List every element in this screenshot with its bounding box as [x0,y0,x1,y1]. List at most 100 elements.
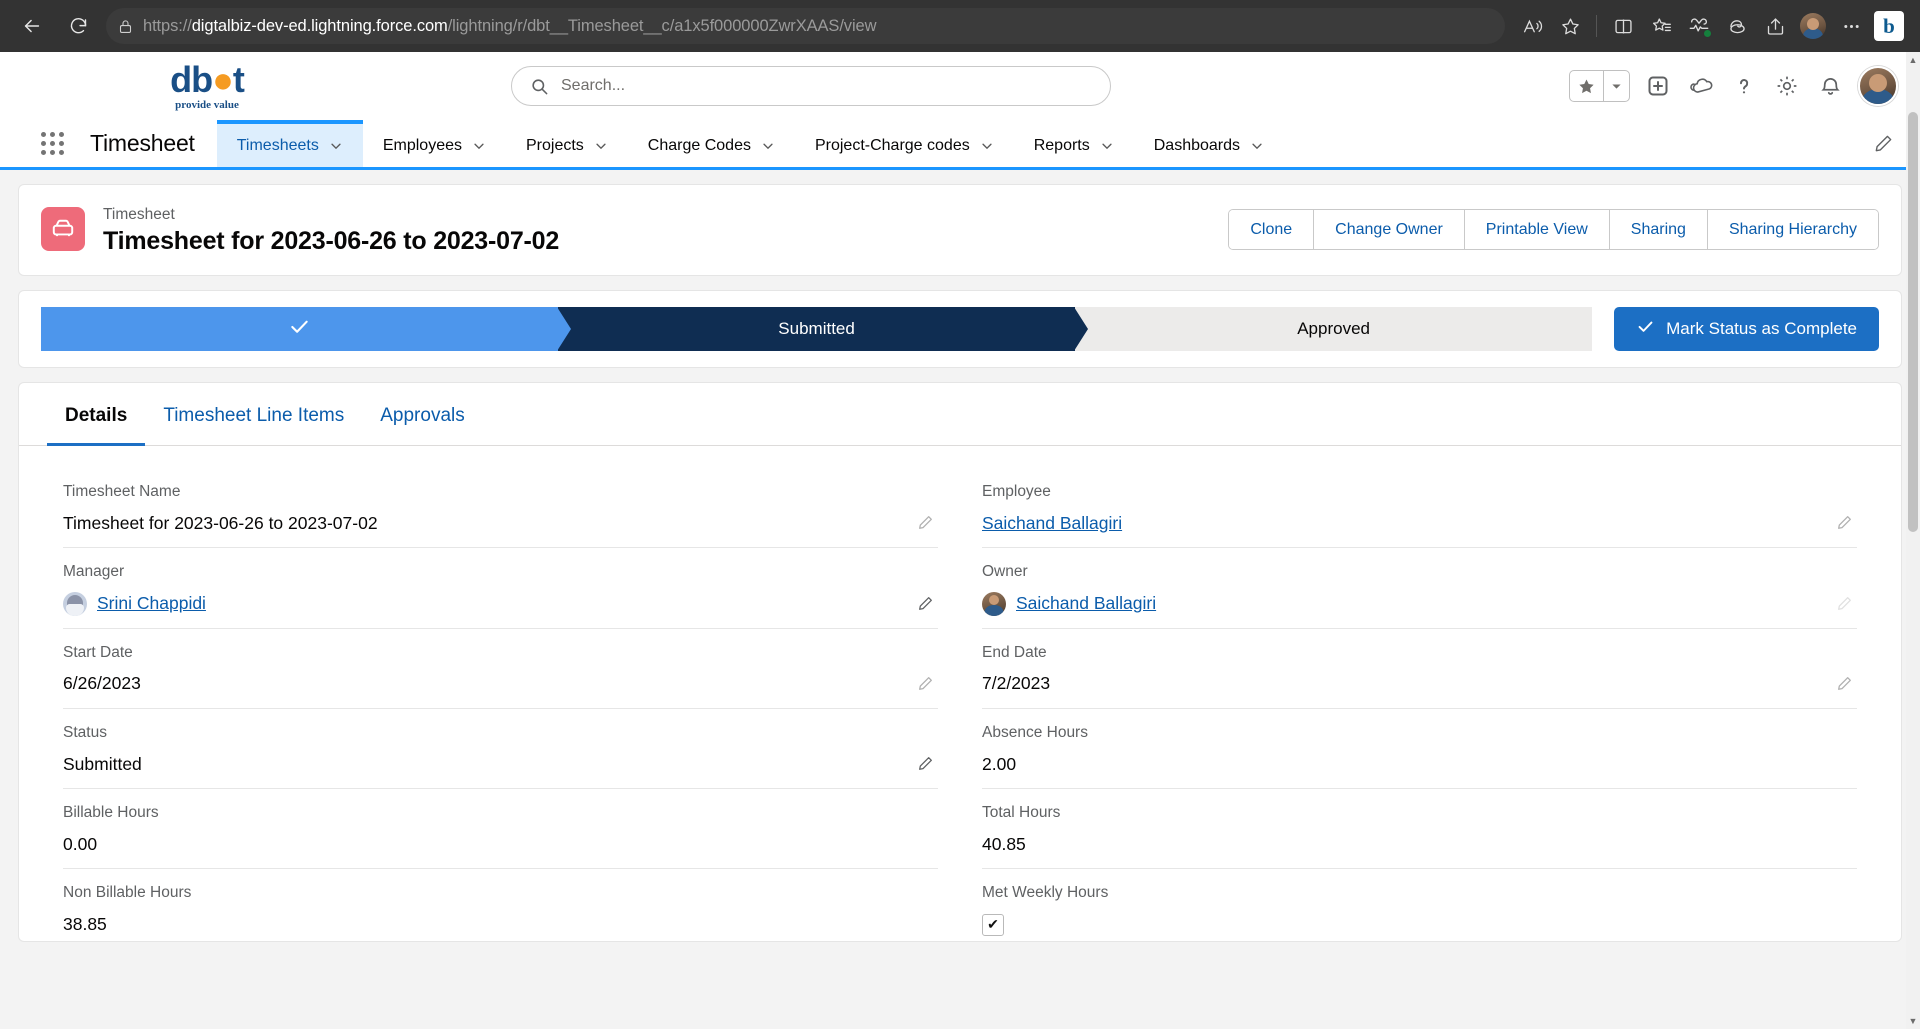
nav-item-charge-codes[interactable]: Charge Codes [628,120,795,167]
nav-item-projects[interactable]: Projects [506,120,628,167]
owner-link[interactable]: Saichand Ballagiri [1016,593,1156,614]
record-details-card: Details Timesheet Line Items Approvals T… [18,382,1902,942]
path-arrow [1074,307,1089,351]
help-icon[interactable] [1729,71,1759,101]
edit-pencil-icon-disabled [1836,595,1853,612]
field-label: Manager [63,563,125,581]
chevron-down-icon[interactable] [594,139,608,153]
share-icon[interactable] [1758,9,1792,43]
nav-item-label: Projects [526,136,584,154]
tab-timesheet-line-items[interactable]: Timesheet Line Items [145,383,362,446]
field-label: End Date [982,643,1047,661]
scroll-down-arrow-icon[interactable]: ▼ [1906,1013,1920,1029]
change-owner-button[interactable]: Change Owner [1314,210,1465,249]
address-bar-text: https://digtalbiz-dev-ed.lightning.force… [143,16,877,35]
field-value: Saichand Ballagiri [982,510,1857,536]
page-title: Timesheet for 2023-06-26 to 2023-07-02 [103,227,560,256]
chevron-down-icon[interactable] [980,139,994,153]
nav-item-label: Project-Charge codes [814,136,970,154]
clone-button[interactable]: Clone [1229,210,1315,249]
scrollbar-thumb[interactable] [1908,112,1918,532]
nav-item-project-charge-codes[interactable]: Project-Charge codes [795,120,1014,167]
app-name: Timesheet [90,130,195,156]
copilot-icon[interactable] [1720,9,1754,43]
edit-pencil-icon[interactable] [917,595,934,612]
service-cloud-icon[interactable] [1686,71,1716,101]
field-met-weekly-hours: Met Weekly Hours ✔ [982,869,1857,941]
edit-pencil-icon[interactable] [917,514,934,531]
field-label: Status [63,723,107,741]
lock-icon [118,18,133,35]
field-value: 40.85 [982,833,1026,854]
path-step-completed[interactable] [41,307,572,351]
search-input[interactable] [561,77,1092,95]
page-scrollbar[interactable]: ▲ ▼ [1906,52,1920,1029]
chevron-down-icon[interactable] [761,139,775,153]
field-billable-hours: Billable Hours 0.00 [63,789,938,870]
edit-pencil-icon[interactable] [1836,514,1853,531]
browser-essentials-icon[interactable] [1682,9,1716,43]
manager-link[interactable]: Srini Chappidi [97,593,206,614]
scroll-up-arrow-icon[interactable]: ▲ [1906,52,1920,68]
app-launcher-icon[interactable] [30,120,74,167]
chevron-down-icon[interactable] [1250,139,1264,153]
browser-reload-button[interactable] [60,8,96,44]
nav-item-timesheets[interactable]: Timesheets [216,120,363,167]
met-weekly-hours-checkbox: ✔ [982,913,1004,936]
browser-back-button[interactable] [14,8,50,44]
edit-pencil-icon[interactable] [1836,675,1853,692]
profile-avatar-icon[interactable] [1796,9,1830,43]
app-navigation-bar: Timesheet Timesheets Employees Projects … [0,120,1920,170]
field-absence-hours: Absence Hours 2.00 [982,709,1857,789]
bing-chat-icon[interactable]: b [1872,9,1906,43]
tab-approvals[interactable]: Approvals [362,383,483,446]
logo-mark: db●t [170,58,245,100]
setup-gear-icon[interactable] [1772,71,1802,101]
nav-item-dashboards[interactable]: Dashboards [1134,120,1284,167]
edit-pencil-icon[interactable] [917,755,934,772]
global-actions-icon[interactable] [1643,71,1673,101]
mark-status-complete-button[interactable]: Mark Status as Complete [1614,307,1879,351]
field-value: 0.00 [63,833,98,854]
nav-item-label: Employees [382,136,462,154]
favorite-star-icon[interactable] [1553,9,1587,43]
path-step-approved[interactable]: Approved [1075,307,1593,351]
field-label: Absence Hours [982,723,1088,741]
user-avatar-icon[interactable] [1858,66,1898,106]
sharing-hierarchy-button[interactable]: Sharing Hierarchy [1707,210,1878,249]
edit-pencil-icon[interactable] [917,675,934,692]
path-step-submitted[interactable]: Submitted [558,307,1089,351]
field-label: Start Date [63,643,133,661]
field-label: Owner [982,563,1028,581]
favorites-group[interactable] [1569,70,1630,102]
field-timesheet-name: Timesheet Name Timesheet for 2023-06-26 … [63,468,938,549]
settings-more-icon[interactable] [1834,9,1868,43]
chevron-down-icon[interactable] [472,139,486,153]
chevron-down-icon[interactable] [329,139,343,153]
global-search-box[interactable] [511,66,1111,106]
printable-view-button[interactable]: Printable View [1464,210,1610,249]
field-label: Met Weekly Hours [982,884,1109,902]
owner-avatar [982,591,1006,616]
nav-item-reports[interactable]: Reports [1014,120,1134,167]
sharing-button[interactable]: Sharing [1609,210,1708,249]
split-screen-icon[interactable] [1606,9,1640,43]
tab-details[interactable]: Details [47,383,146,446]
chevron-down-icon[interactable] [1100,139,1114,153]
logo-tagline: provide value [175,98,239,111]
nav-item-label: Reports [1033,136,1090,154]
notifications-bell-icon[interactable] [1815,71,1845,101]
employee-link[interactable]: Saichand Ballagiri [982,513,1122,534]
favorites-star-icon[interactable] [1570,71,1603,101]
field-value: Submitted [63,753,142,774]
path-step-check-icon [288,315,311,343]
read-aloud-icon[interactable] [1515,9,1549,43]
field-value: Saichand Ballagiri [982,591,1857,617]
bing-logo: b [1874,11,1904,41]
nav-item-employees[interactable]: Employees [363,120,506,167]
collections-icon[interactable] [1644,9,1678,43]
address-bar[interactable]: https://digtalbiz-dev-ed.lightning.force… [106,8,1505,44]
path-step-label: Approved [1297,319,1370,338]
favorites-caret-icon[interactable] [1604,71,1629,101]
field-total-hours: Total Hours 40.85 [982,789,1857,870]
